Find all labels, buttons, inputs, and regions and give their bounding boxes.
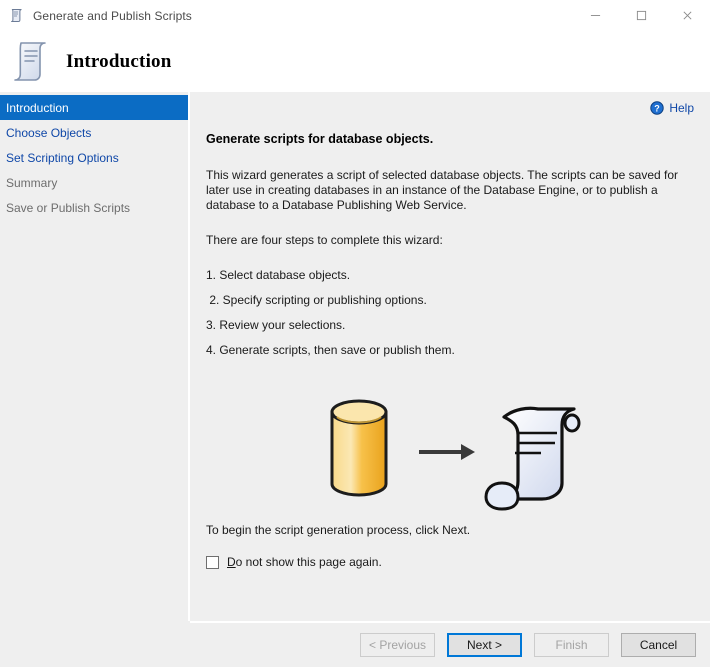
wizard-illustration	[206, 387, 692, 517]
finish-button-label: Finish	[555, 638, 588, 652]
next-button[interactable]: Next >	[447, 633, 522, 657]
cancel-button[interactable]: Cancel	[621, 633, 696, 657]
wizard-button-bar: < Previous Next > Finish Cancel	[190, 621, 710, 667]
minimize-icon[interactable]	[572, 0, 618, 31]
checkbox-label-rest: o not show this page again.	[235, 555, 382, 569]
window-controls	[572, 0, 710, 31]
list-item: 1. Select database objects.	[206, 268, 351, 282]
content-panel: ? Help Generate scripts for database obj…	[188, 92, 710, 621]
begin-instruction: To begin the script generation process, …	[206, 523, 471, 537]
script-scroll-icon	[9, 8, 25, 24]
svg-text:?: ?	[655, 103, 661, 113]
script-scroll-icon	[10, 39, 52, 85]
list-item: 3. Review your selections.	[206, 318, 346, 332]
sidebar-item-introduction[interactable]: Introduction	[0, 95, 188, 120]
sidebar-item-summary: Summary	[0, 170, 188, 195]
main-content: Generate scripts for database objects. T…	[190, 92, 710, 569]
page-title: Introduction	[66, 50, 172, 72]
steps-list: 1. Select database objects. 2. Specify s…	[206, 268, 692, 357]
arrow-right-icon	[419, 444, 475, 460]
window-title: Generate and Publish Scripts	[33, 8, 192, 23]
help-link[interactable]: ? Help	[650, 101, 694, 115]
previous-button-label: < Previous	[368, 638, 427, 652]
sidebar-item-save-or-publish-scripts: Save or Publish Scripts	[0, 195, 188, 220]
do-not-show-row[interactable]: Do not show this page again.	[206, 555, 692, 569]
help-circle-icon: ?	[650, 101, 665, 115]
steps-intro: There are four steps to complete this wi…	[206, 233, 443, 247]
close-icon[interactable]	[664, 0, 710, 31]
finish-button: Finish	[534, 633, 609, 657]
sidebar-item-label: Summary	[6, 175, 58, 190]
sidebar-item-choose-objects[interactable]: Choose Objects	[0, 120, 188, 145]
cancel-button-label: Cancel	[639, 638, 678, 652]
sidebar-item-set-scripting-options[interactable]: Set Scripting Options	[0, 145, 188, 170]
sidebar-item-label: Introduction	[6, 100, 69, 115]
checkbox-accelerator: D	[227, 555, 236, 569]
sidebar-item-label: Choose Objects	[6, 125, 92, 140]
section-title: Generate scripts for database objects.	[206, 132, 434, 146]
wizard-description: This wizard generates a script of select…	[206, 168, 679, 212]
body-container: Introduction Choose Objects Set Scriptin…	[0, 92, 710, 621]
page-header: Introduction	[0, 31, 710, 92]
wizard-step-sidebar: Introduction Choose Objects Set Scriptin…	[0, 92, 188, 621]
list-item: 2. Specify scripting or publishing optio…	[206, 293, 427, 307]
sidebar-item-label: Save or Publish Scripts	[6, 200, 131, 215]
title-bar: Generate and Publish Scripts	[0, 0, 710, 31]
database-cylinder-icon	[330, 399, 388, 497]
sidebar-item-label: Set Scripting Options	[6, 150, 119, 165]
previous-button: < Previous	[360, 633, 435, 657]
maximize-icon[interactable]	[618, 0, 664, 31]
footer-left-filler	[0, 621, 190, 667]
next-button-label: Next >	[466, 638, 502, 652]
do-not-show-checkbox[interactable]	[206, 555, 219, 569]
list-item: 4. Generate scripts, then save or publis…	[206, 343, 455, 357]
script-scroll-icon	[484, 406, 581, 511]
do-not-show-label: Do not show this page again.	[227, 555, 382, 569]
help-label: Help	[669, 101, 694, 115]
